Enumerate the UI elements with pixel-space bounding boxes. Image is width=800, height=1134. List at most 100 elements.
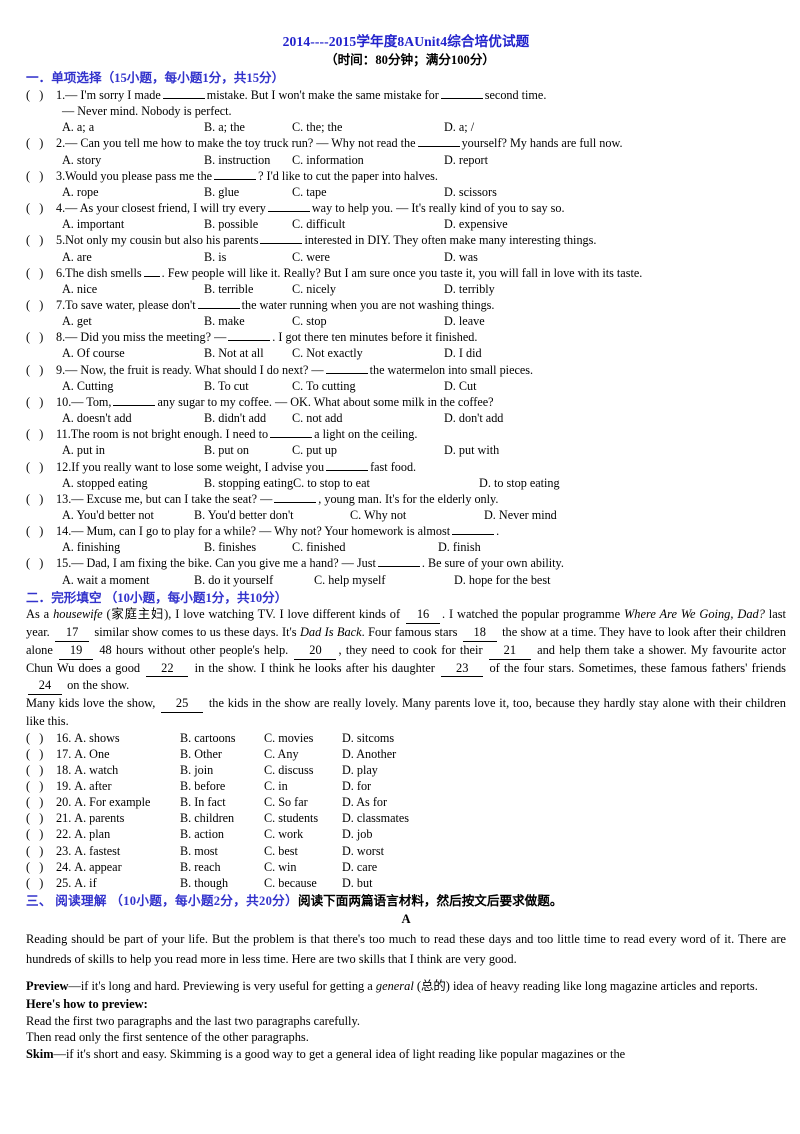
option-c[interactable]: C. Any [264,746,342,762]
option-d[interactable]: D. but [342,875,372,891]
answer-bracket-23[interactable]: ( ) [26,843,56,859]
cloze-num-and-option-a[interactable]: 16. A. shows [56,730,180,746]
option-b[interactable]: B. join [180,762,264,778]
cloze-num-and-option-a[interactable]: 23. A. fastest [56,843,180,859]
option-c[interactable]: C. So far [264,794,342,810]
option-c[interactable]: C. work [264,826,342,842]
option-d[interactable]: D. for [342,778,371,794]
option-b[interactable]: B. though [180,875,264,891]
option-a[interactable]: A. doesn't add [62,410,204,426]
cloze-num-and-option-a[interactable]: 20. A. For example [56,794,180,810]
option-a[interactable]: A. story [62,152,204,168]
answer-bracket-11[interactable]: ( ) [26,426,56,442]
cloze-blank-16[interactable]: 16 [406,606,441,625]
option-b[interactable]: B. action [180,826,264,842]
option-b[interactable]: B. To cut [204,378,292,394]
option-c[interactable]: C. discuss [264,762,342,778]
cloze-blank-18[interactable]: 18 [462,624,497,642]
option-d[interactable]: D. scissors [444,184,497,200]
answer-bracket-25[interactable]: ( ) [26,875,56,891]
option-b[interactable]: B. Not at all [204,345,292,361]
cloze-blank-21[interactable]: 21 [488,642,531,660]
option-a[interactable]: A. are [62,249,204,265]
answer-bracket-14[interactable]: ( ) [26,523,56,539]
option-b[interactable]: B. instruction [204,152,292,168]
cloze-num-and-option-a[interactable]: 24. A. appear [56,859,180,875]
option-a[interactable]: A. Cutting [62,378,204,394]
option-b[interactable]: B. didn't add [204,410,292,426]
option-d[interactable]: D. Never mind [484,507,557,523]
answer-bracket-15[interactable]: ( ) [26,555,56,571]
answer-bracket-2[interactable]: ( ) [26,135,56,151]
option-a[interactable]: A. important [62,216,204,232]
answer-bracket-16[interactable]: ( ) [26,730,56,746]
option-b[interactable]: B. glue [204,184,292,200]
cloze-blank-24[interactable]: 24 [28,677,62,696]
option-b[interactable]: B. is [204,249,292,265]
option-b[interactable]: B. most [180,843,264,859]
answer-bracket-3[interactable]: ( ) [26,168,56,184]
option-d[interactable]: D. As for [342,794,387,810]
cloze-blank-19[interactable]: 19 [59,642,94,660]
option-b[interactable]: B. reach [180,859,264,875]
option-b[interactable]: B. cartoons [180,730,264,746]
answer-bracket-20[interactable]: ( ) [26,794,56,810]
answer-bracket-7[interactable]: ( ) [26,297,56,313]
option-c[interactable]: C. tape [292,184,444,200]
answer-bracket-5[interactable]: ( ) [26,232,56,248]
option-a[interactable]: A. a; a [62,119,204,135]
option-a[interactable]: A. You'd better not [62,507,194,523]
option-c[interactable]: C. not add [292,410,444,426]
option-b[interactable]: B. before [180,778,264,794]
option-b[interactable]: B. finishes [204,539,292,555]
option-d[interactable]: D. Another [342,746,396,762]
answer-bracket-21[interactable]: ( ) [26,810,56,826]
option-d[interactable]: D. put with [444,442,499,458]
option-b[interactable]: B. stopping eating [204,475,293,491]
option-d[interactable]: D. job [342,826,372,842]
option-c[interactable]: C. Why not [350,507,484,523]
cloze-num-and-option-a[interactable]: 19. A. after [56,778,180,794]
option-b[interactable]: B. children [180,810,264,826]
option-b[interactable]: B. Other [180,746,264,762]
option-d[interactable]: D. sitcoms [342,730,394,746]
option-d[interactable]: D. leave [444,313,485,329]
option-c[interactable]: C. because [264,875,342,891]
option-d[interactable]: D. classmates [342,810,409,826]
answer-bracket-10[interactable]: ( ) [26,394,56,410]
cloze-num-and-option-a[interactable]: 21. A. parents [56,810,180,826]
option-b[interactable]: B. make [204,313,292,329]
answer-bracket-18[interactable]: ( ) [26,762,56,778]
option-d[interactable]: D. I did [444,345,482,361]
option-d[interactable]: D. was [444,249,478,265]
option-c[interactable]: C. help myself [314,572,454,588]
option-c[interactable]: C. to stop to eat [293,475,479,491]
answer-bracket-1[interactable]: ( ) [26,87,56,103]
option-b[interactable]: B. possible [204,216,292,232]
answer-bracket-6[interactable]: ( ) [26,265,56,281]
answer-bracket-8[interactable]: ( ) [26,329,56,345]
cloze-blank-22[interactable]: 22 [146,660,189,678]
cloze-num-and-option-a[interactable]: 22. A. plan [56,826,180,842]
cloze-blank-17[interactable]: 17 [55,624,90,642]
option-d[interactable]: D. finish [438,539,481,555]
cloze-num-and-option-a[interactable]: 17. A. One [56,746,180,762]
option-c[interactable]: C. nicely [292,281,444,297]
option-d[interactable]: D. care [342,859,377,875]
option-a[interactable]: A. nice [62,281,204,297]
option-c[interactable]: C. stop [292,313,444,329]
option-d[interactable]: D. to stop eating [479,475,560,491]
option-b[interactable]: B. do it yourself [194,572,314,588]
option-a[interactable]: A. wait a moment [62,572,194,588]
option-b[interactable]: B. put on [204,442,292,458]
answer-bracket-9[interactable]: ( ) [26,362,56,378]
answer-bracket-17[interactable]: ( ) [26,746,56,762]
option-c[interactable]: C. win [264,859,342,875]
option-b[interactable]: B. a; the [204,119,292,135]
option-c[interactable]: C. finished [292,539,438,555]
option-c[interactable]: C. the; the [292,119,444,135]
option-d[interactable]: D. Cut [444,378,477,394]
option-d[interactable]: D. report [444,152,488,168]
option-a[interactable]: A. get [62,313,204,329]
option-c[interactable]: C. best [264,843,342,859]
